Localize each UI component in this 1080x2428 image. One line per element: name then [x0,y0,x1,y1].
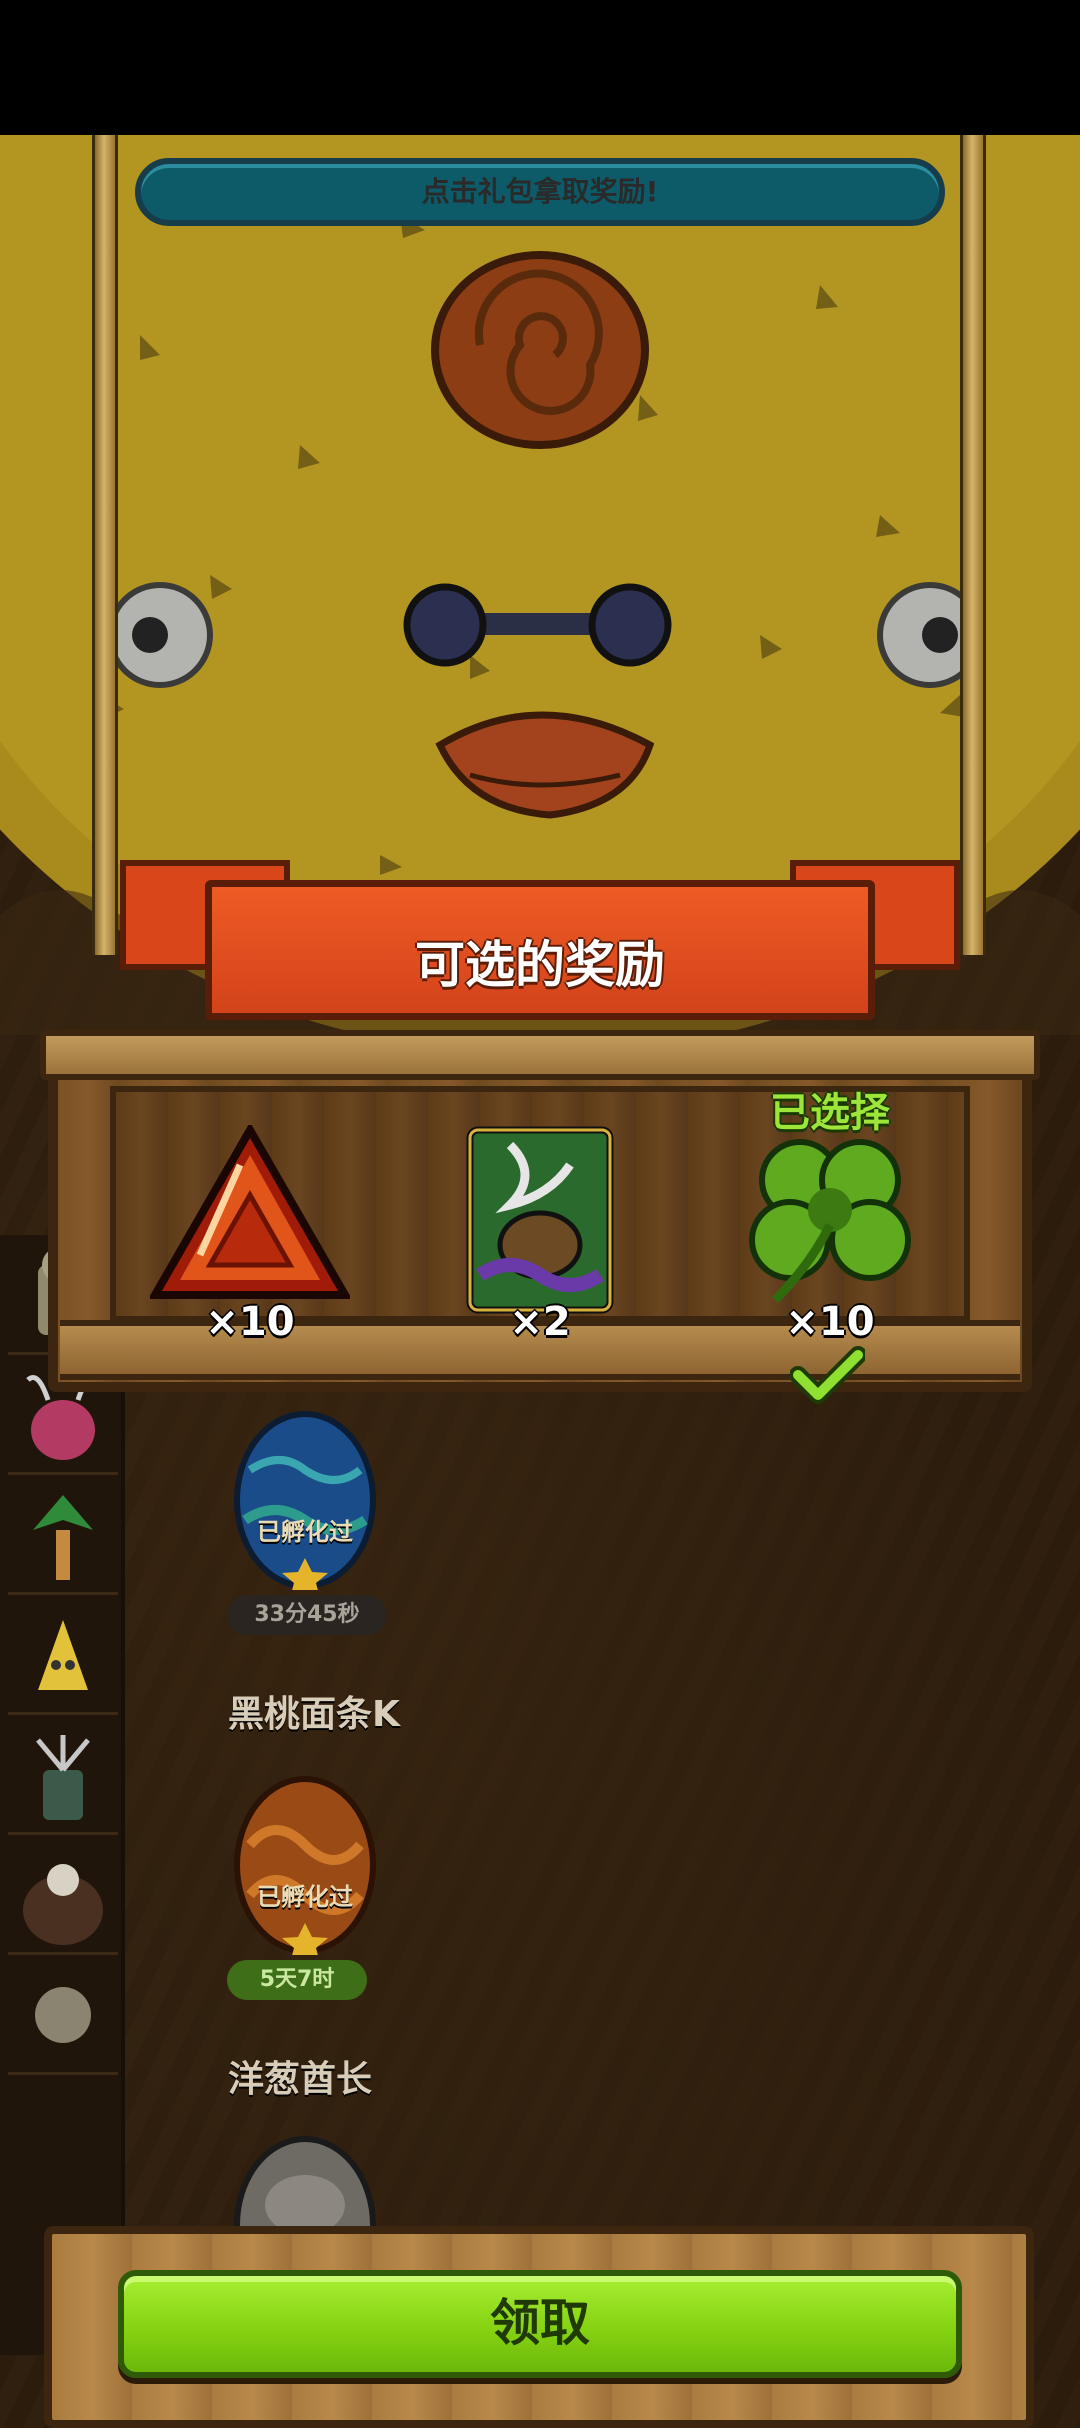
sidebar-item-monster-6[interactable] [8,1835,118,1955]
egg-timer: 5天7时 [227,1960,367,2000]
egg-status-label: 已孵化过 [257,1883,353,1911]
crate-top-plank [40,1030,1040,1080]
egg-item[interactable]: 已孵化过 [230,1410,380,1598]
right-rope [960,135,986,955]
panel-title: 可选的奖励 [415,936,665,994]
monster-sidebar[interactable] [0,1235,125,2355]
monster-name: 黑桃面条K [228,1694,400,1735]
four-leaf-clover-icon [749,1139,911,1304]
reward-item-card[interactable]: ×2 [440,1125,640,1345]
sidebar-item-monster-3[interactable] [8,1475,118,1595]
checkmark-icon [790,1346,865,1404]
reward-qty: ×10 [785,1299,875,1345]
reward-qty: ×2 [509,1299,571,1345]
reward-item-crystal[interactable]: ×10 [148,1121,352,1345]
monster-name: 洋葱酋长 [228,2059,373,2100]
spell-card-icon [466,1126,614,1314]
reward-qty: ×10 [205,1299,295,1345]
sidebar-item-monster-5[interactable] [8,1715,118,1835]
egg-timer: 33分45秒 [227,1595,387,1635]
left-rope [92,135,118,955]
blue-egg-icon [234,1411,376,1598]
hint-bar: 点击礼包拿取奖励! [135,158,945,226]
sidebar-item-monster-4[interactable] [8,1595,118,1715]
status-bar [0,0,1080,135]
egg-status-label: 已孵化过 [257,1518,353,1546]
reward-item-clover[interactable]: ×10 [730,1125,930,1345]
red-crystal-icon [148,1121,352,1299]
sidebar-item-monster-7[interactable] [8,1955,118,2075]
orange-egg-icon [234,1776,376,1963]
claim-button[interactable]: 领取 [118,2270,962,2378]
egg-item[interactable]: 已孵化过 [230,1775,380,1963]
